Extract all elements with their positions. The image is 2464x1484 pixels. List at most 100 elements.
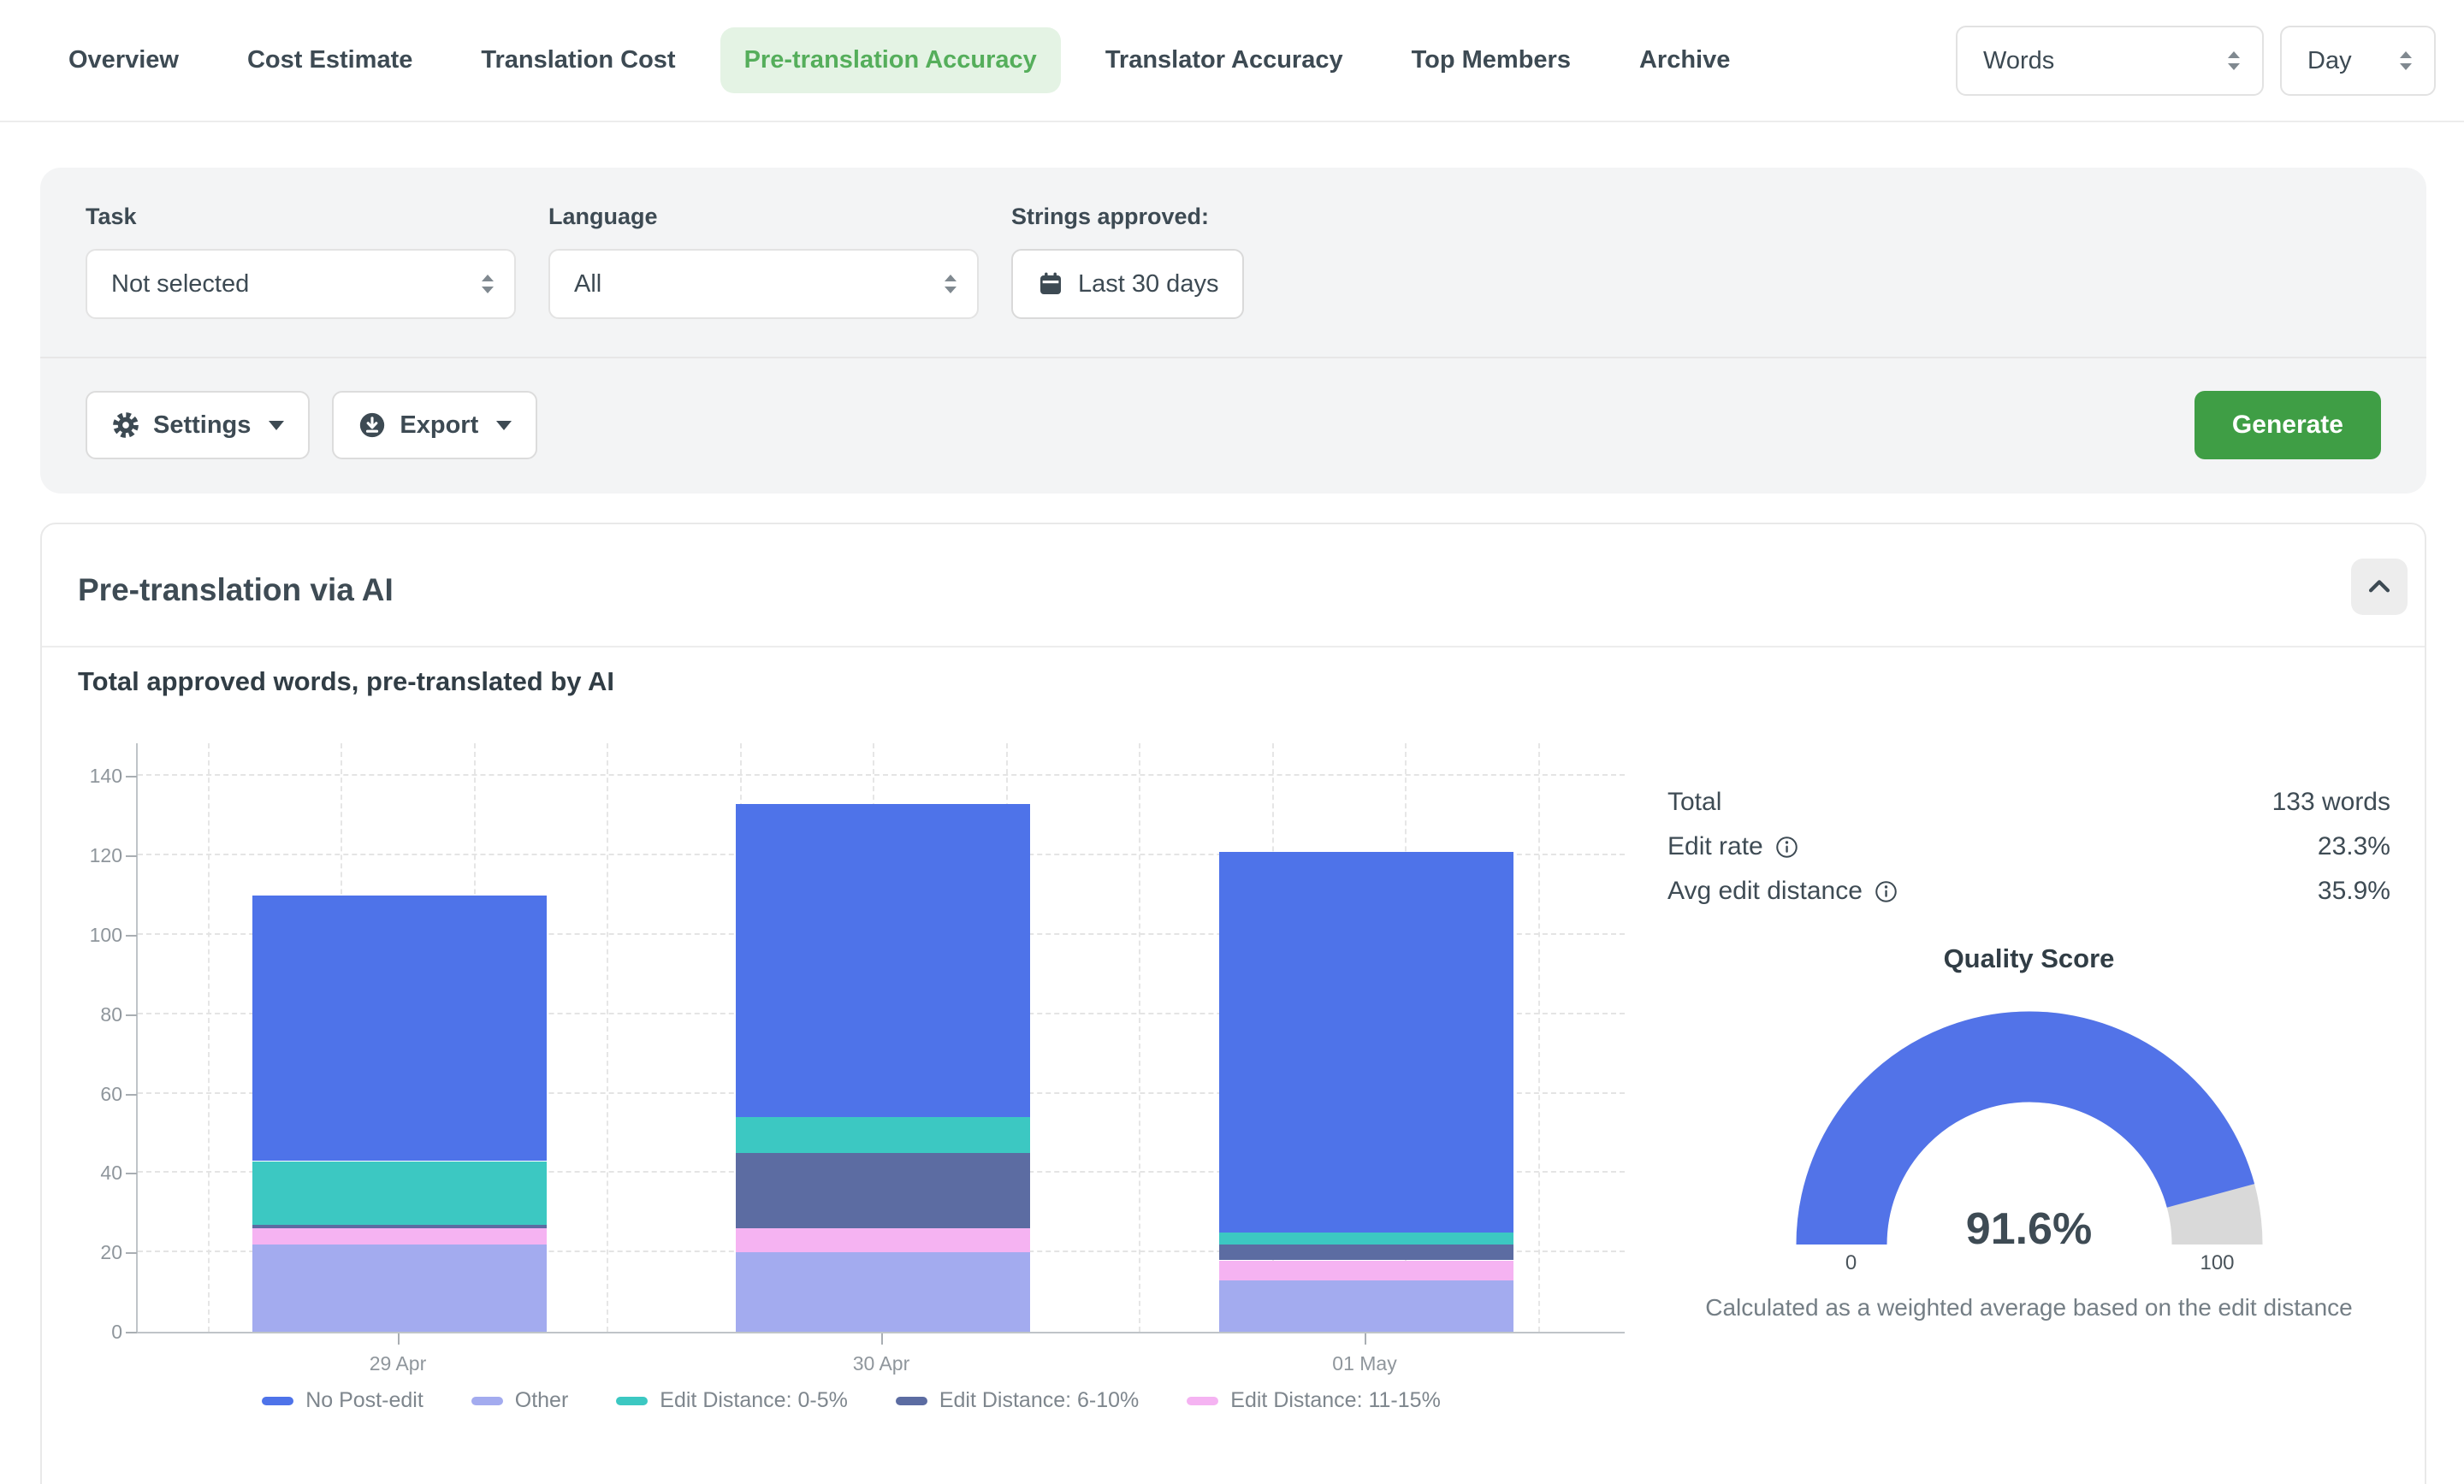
legend-label: Edit Distance: 11-15% [1230, 1388, 1441, 1413]
unit-select[interactable]: Words [1956, 26, 2264, 96]
stat-label: Avg edit distance [1667, 875, 1898, 908]
language-select-value: All [574, 270, 601, 299]
stats-column: Total133 wordsEdit rate23.3%Avg edit dis… [1625, 697, 2408, 1413]
chart-column: 02040608010012014029 Apr30 Apr01 May No … [78, 697, 1625, 1413]
language-select[interactable]: All [548, 249, 979, 319]
bar-segment-no-post-edit[interactable] [736, 804, 1030, 1118]
y-axis-tick-label: 100 [78, 924, 122, 947]
y-axis-tick [126, 1014, 137, 1016]
info-icon[interactable] [1775, 836, 1798, 859]
bar-segment-no-post-edit[interactable] [1219, 852, 1513, 1233]
vertical-gridline [1139, 743, 1140, 1332]
x-axis-tick-label: 01 May [1332, 1352, 1396, 1375]
bar-30-apr[interactable] [736, 804, 1030, 1332]
quality-score-block: Quality Score 91.6% 0 100 Calculated as … [1667, 943, 2390, 1321]
bar-29-apr[interactable] [252, 896, 547, 1332]
language-field: Language All [548, 204, 979, 319]
x-axis-tick-label: 30 Apr [853, 1352, 910, 1375]
y-axis-tick-label: 60 [78, 1083, 122, 1106]
export-button[interactable]: Export [332, 391, 537, 459]
bar-segment-edit-distance-0-5[interactable] [736, 1117, 1030, 1153]
report-tabs-bar: Overview Cost Estimate Translation Cost Pre… [0, 0, 2464, 122]
bar-segment-edit-distance-6-10[interactable] [736, 1153, 1030, 1228]
stat-row-avg-edit-distance: Avg edit distance35.9% [1667, 875, 2390, 908]
quality-gauge: 91.6% 0 100 [1790, 996, 2269, 1282]
gauge-min-label: 0 [1845, 1251, 1857, 1275]
bar-segment-edit-distance-11-15[interactable] [252, 1228, 547, 1245]
legend-label: Edit Distance: 0-5% [660, 1388, 848, 1413]
period-select[interactable]: Day [2280, 26, 2436, 96]
legend-item-no-post-edit[interactable]: No Post-edit [262, 1388, 424, 1413]
bar-segment-edit-distance-0-5[interactable] [252, 1162, 547, 1225]
x-axis-tick-label: 29 Apr [370, 1352, 427, 1375]
download-icon [358, 411, 387, 440]
legend-swatch [896, 1397, 927, 1405]
vertical-gridline [208, 743, 210, 1332]
task-select[interactable]: Not selected [86, 249, 516, 319]
card-title: Pre-translation via AI [78, 572, 2408, 608]
panel-divider [40, 357, 2426, 358]
bar-segment-no-post-edit[interactable] [252, 896, 547, 1162]
legend-item-edit-distance-6-10[interactable]: Edit Distance: 6-10% [896, 1388, 1139, 1413]
period-select-value: Day [2307, 47, 2352, 75]
legend-item-other[interactable]: Other [471, 1388, 569, 1413]
tab-cost-estimate[interactable]: Cost Estimate [247, 46, 412, 74]
y-axis-tick [126, 1173, 137, 1174]
date-range-button[interactable]: Last 30 days [1011, 249, 1244, 319]
gauge-value: 91.6% [1966, 1203, 2092, 1255]
stat-row-edit-rate: Edit rate 23.3% [1667, 831, 2390, 863]
vertical-gridline [1538, 743, 1540, 1332]
info-icon[interactable] [1875, 880, 1898, 903]
task-label: Task [86, 204, 516, 230]
stat-label-text: Edit rate [1667, 831, 1763, 863]
updown-arrows-icon [2224, 47, 2243, 74]
generate-button[interactable]: Generate [2194, 391, 2381, 459]
gear-icon [111, 411, 140, 440]
bar-segment-edit-distance-0-5[interactable] [1219, 1233, 1513, 1245]
tab-top-members[interactable]: Top Members [1412, 46, 1571, 74]
task-select-value: Not selected [111, 270, 249, 299]
y-axis-tick [126, 1094, 137, 1096]
tab-archive[interactable]: Archive [1639, 46, 1730, 74]
strings-approved-label: Strings approved: [1011, 204, 1244, 230]
task-field: Task Not selected [86, 204, 516, 319]
legend-swatch [471, 1397, 503, 1405]
y-axis-tick-label: 80 [78, 1003, 122, 1026]
unit-select-value: Words [1983, 47, 2054, 75]
bar-segment-other[interactable] [1219, 1280, 1513, 1332]
bar-segment-edit-distance-11-15[interactable] [736, 1228, 1030, 1252]
y-axis-tick [126, 1252, 137, 1254]
gauge-caption: Calculated as a weighted average based o… [1667, 1294, 2390, 1321]
bar-segment-other[interactable] [252, 1245, 547, 1332]
stat-label: Edit rate [1667, 831, 1798, 863]
tab-overview[interactable]: Overview [68, 46, 179, 74]
date-range-label: Last 30 days [1078, 270, 1218, 299]
tab-pre-translation-accuracy[interactable]: Pre-translation Accuracy [720, 27, 1061, 93]
settings-label: Settings [153, 411, 251, 440]
bar-segment-edit-distance-6-10[interactable] [252, 1225, 547, 1229]
legend-item-edit-distance-0-5[interactable]: Edit Distance: 0-5% [616, 1388, 848, 1413]
y-axis-tick [126, 1332, 137, 1333]
plot-area [136, 743, 1625, 1333]
chevron-down-icon [269, 421, 284, 430]
legend-item-edit-distance-11-15[interactable]: Edit Distance: 11-15% [1187, 1388, 1441, 1413]
y-axis-tick-label: 120 [78, 844, 122, 867]
stat-value: 23.3% [2318, 831, 2390, 863]
stat-label: Total [1667, 786, 1721, 819]
legend-swatch [616, 1397, 648, 1405]
y-axis-tick [126, 776, 137, 777]
bar-01-may[interactable] [1219, 852, 1513, 1332]
settings-button[interactable]: Settings [86, 391, 310, 459]
bar-segment-other[interactable] [736, 1252, 1030, 1332]
chevron-up-icon [2365, 572, 2394, 601]
tab-translation-cost[interactable]: Translation Cost [481, 46, 675, 74]
bar-segment-edit-distance-6-10[interactable] [1219, 1245, 1513, 1261]
collapse-button[interactable] [2351, 559, 2408, 615]
x-axis-tick [1365, 1333, 1366, 1345]
legend-swatch [262, 1397, 293, 1405]
legend-label: Other [515, 1388, 569, 1413]
bar-segment-edit-distance-11-15[interactable] [1219, 1261, 1513, 1280]
chart-legend: No Post-edit Other Edit Distance: 0-5% Edit… [78, 1388, 1625, 1413]
calendar-icon [1037, 270, 1064, 298]
tab-translator-accuracy[interactable]: Translator Accuracy [1105, 46, 1343, 74]
